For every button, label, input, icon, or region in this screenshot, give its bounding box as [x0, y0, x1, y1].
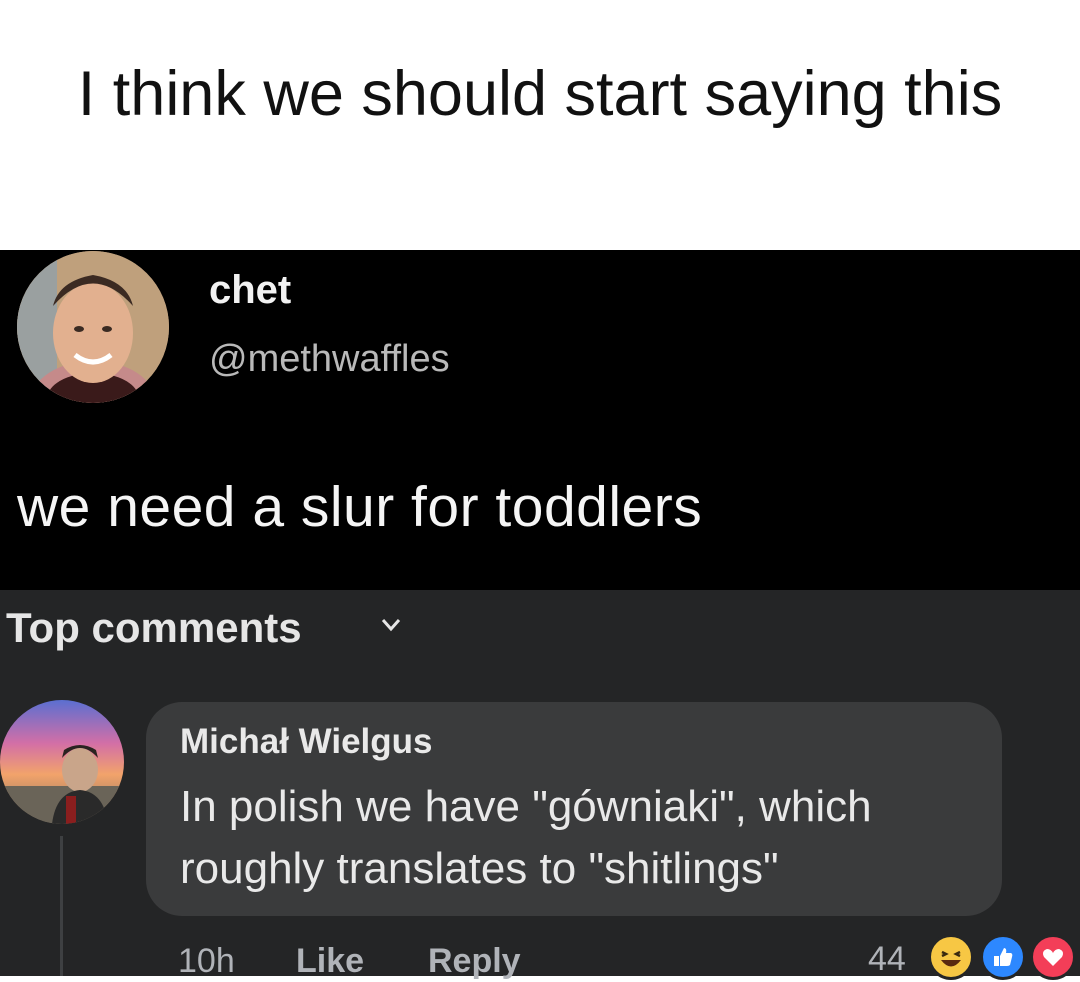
- comment-author-name[interactable]: Michał Wielgus: [180, 722, 433, 762]
- comment-sort-label[interactable]: Top comments: [6, 604, 302, 652]
- tweet-body: we need a slur for toddlers: [17, 475, 703, 539]
- thread-line: [60, 836, 63, 976]
- reply-button[interactable]: Reply: [428, 942, 521, 981]
- haha-icon: [928, 934, 974, 980]
- like-icon: [980, 934, 1026, 980]
- love-icon: [1030, 934, 1076, 980]
- tweet-avatar[interactable]: [17, 251, 169, 403]
- comment-text: In polish we have "gówniaki", which roug…: [180, 782, 872, 893]
- reaction-count[interactable]: 44: [868, 940, 906, 979]
- chevron-down-icon[interactable]: [380, 616, 402, 634]
- meme-caption: I think we should start saying this: [0, 0, 1080, 250]
- comment-avatar[interactable]: [0, 700, 124, 824]
- comment-bubble: Michał Wielgus In polish we have "gównia…: [146, 702, 1002, 916]
- comments-section: Top comments Michał Wielgus In polish we…: [0, 590, 1080, 980]
- tweet-card: chet @methwaffles we need a slur for tod…: [0, 250, 1080, 590]
- like-button[interactable]: Like: [296, 942, 364, 981]
- tweet-author-handle[interactable]: @methwaffles: [209, 338, 450, 381]
- avatar-photo-icon: [17, 251, 169, 403]
- comment-timestamp[interactable]: 10h: [178, 942, 235, 981]
- avatar-photo-icon: [0, 700, 124, 824]
- caption-text: I think we should start saying this: [77, 59, 1003, 129]
- tweet-author-name[interactable]: chet: [209, 268, 291, 313]
